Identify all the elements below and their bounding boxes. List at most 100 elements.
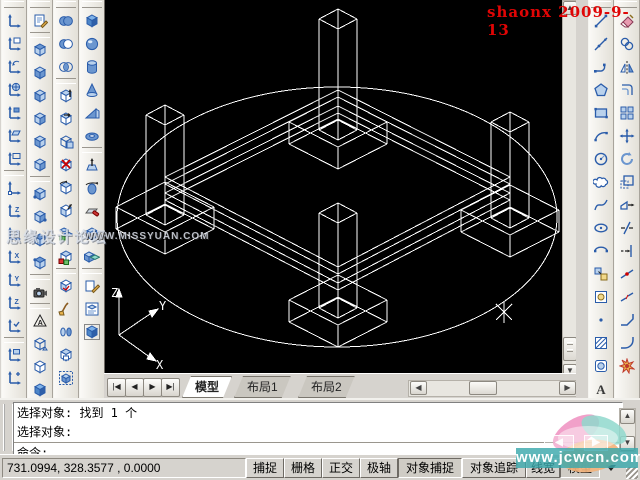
left-view-icon[interactable]	[28, 84, 52, 107]
wedge-icon[interactable]	[80, 101, 104, 124]
stretch-icon[interactable]	[615, 193, 639, 216]
view-ucs-icon[interactable]	[2, 147, 26, 170]
named-ucs-icon[interactable]	[2, 32, 26, 55]
z-axis-rotate-ucs-icon[interactable]: Z	[2, 291, 26, 314]
offset-icon[interactable]	[615, 78, 639, 101]
extend-icon[interactable]	[615, 239, 639, 262]
hidden-icon[interactable]	[28, 355, 52, 378]
tab-layout2[interactable]: 布局2	[298, 376, 355, 398]
move-icon[interactable]	[615, 124, 639, 147]
ucs-previous-icon[interactable]	[2, 55, 26, 78]
ellipse-arc-icon[interactable]	[589, 239, 613, 262]
clean-icon[interactable]	[54, 297, 78, 320]
sphere-icon[interactable]	[80, 32, 104, 55]
multiline-text-icon[interactable]: A	[589, 377, 613, 400]
revision-cloud-icon[interactable]	[589, 170, 613, 193]
command-scrollbar[interactable]: ▲ ▼	[619, 408, 636, 452]
tab-nav-last-button[interactable]: ▶|	[161, 378, 180, 397]
2d-wireframe-icon[interactable]: A	[28, 309, 52, 332]
ellipse-icon[interactable]	[589, 216, 613, 239]
named-ucs-ii-icon[interactable]	[2, 343, 26, 366]
shell-icon[interactable]	[54, 343, 78, 366]
polygon-icon[interactable]	[589, 78, 613, 101]
hatch-icon[interactable]	[589, 331, 613, 354]
arc-icon[interactable]	[589, 124, 613, 147]
toolbar-grip[interactable]	[82, 1, 102, 8]
tab-nav-first-button[interactable]: |◀	[107, 378, 126, 397]
intersect-icon[interactable]	[54, 55, 78, 78]
world-ucs-icon[interactable]	[2, 78, 26, 101]
sw-isometric-icon[interactable]	[28, 182, 52, 205]
make-block-icon[interactable]	[589, 285, 613, 308]
scale-icon[interactable]	[615, 170, 639, 193]
cylinder-icon[interactable]	[80, 55, 104, 78]
chamfer-icon[interactable]	[615, 308, 639, 331]
rotate-faces-icon[interactable]	[54, 176, 78, 199]
revolve-icon[interactable]	[80, 176, 104, 199]
toolbar-grip[interactable]	[56, 1, 76, 8]
circle-icon[interactable]	[589, 147, 613, 170]
status-toggle-polar[interactable]: 极轴	[360, 458, 398, 478]
right-view-icon[interactable]	[28, 107, 52, 130]
setup-profile-icon[interactable]	[80, 320, 104, 343]
bottom-view-icon[interactable]	[28, 61, 52, 84]
status-toggle-ortho[interactable]: 正交	[322, 458, 360, 478]
scroll-left-button[interactable]: ◀	[410, 381, 427, 395]
command-scroll-up-button[interactable]: ▲	[620, 409, 635, 424]
z-axis-vector-ucs-icon[interactable]: Z	[2, 199, 26, 222]
status-toggle-snap[interactable]: 捕捉	[246, 458, 284, 478]
insert-block-icon[interactable]	[589, 262, 613, 285]
taper-faces-icon[interactable]	[54, 199, 78, 222]
window-resize-grip[interactable]	[626, 467, 638, 479]
delete-faces-icon[interactable]	[54, 153, 78, 176]
nw-isometric-icon[interactable]	[28, 251, 52, 274]
extrude-icon[interactable]	[80, 153, 104, 176]
status-toggle-osnap[interactable]: 对象捕捉	[398, 458, 462, 478]
rotate-icon[interactable]	[615, 147, 639, 170]
apply-ucs-icon[interactable]	[2, 314, 26, 337]
offset-faces-icon[interactable]	[54, 130, 78, 153]
union-icon[interactable]	[54, 9, 78, 32]
fillet-icon[interactable]	[615, 331, 639, 354]
y-axis-rotate-ucs-icon[interactable]: Y	[2, 268, 26, 291]
break-icon[interactable]	[615, 285, 639, 308]
separate-icon[interactable]	[54, 320, 78, 343]
region-icon[interactable]	[589, 354, 613, 377]
back-view-icon[interactable]	[28, 153, 52, 176]
drawing-canvas[interactable]: Z Y X	[104, 0, 563, 373]
extrude-faces-icon[interactable]	[54, 84, 78, 107]
horizontal-scroll-thumb[interactable]	[469, 381, 497, 395]
polyline-icon[interactable]	[589, 55, 613, 78]
rectangle-icon[interactable]	[589, 101, 613, 124]
break-at-point-icon[interactable]	[615, 262, 639, 285]
canvas-horizontal-scrollbar[interactable]: ◀ ▶	[408, 380, 578, 397]
tab-nav-prev-button[interactable]: ◀	[125, 378, 144, 397]
move-ucs-origin-icon[interactable]	[2, 366, 26, 389]
subtract-icon[interactable]	[54, 32, 78, 55]
check-icon[interactable]	[54, 366, 78, 389]
cone-icon[interactable]	[80, 78, 104, 101]
top-view-icon[interactable]	[28, 38, 52, 61]
interfere-icon[interactable]	[80, 245, 104, 268]
spline-icon[interactable]	[589, 193, 613, 216]
status-toggle-grid[interactable]: 栅格	[284, 458, 322, 478]
tab-nav-next-button[interactable]: ▶	[143, 378, 162, 397]
point-icon[interactable]	[589, 308, 613, 331]
tab-layout1[interactable]: 布局1	[234, 376, 291, 398]
toolbar-grip[interactable]	[30, 1, 50, 8]
se-isometric-icon[interactable]	[28, 205, 52, 228]
toolbar-grip[interactable]	[4, 1, 24, 8]
face-ucs-icon[interactable]	[2, 124, 26, 147]
box-icon[interactable]	[80, 9, 104, 32]
named-views-icon[interactable]	[28, 9, 52, 32]
mirror-icon[interactable]	[615, 55, 639, 78]
slice-icon[interactable]	[80, 199, 104, 222]
trim-icon[interactable]	[615, 216, 639, 239]
torus-icon[interactable]	[80, 124, 104, 147]
origin-ucs-icon[interactable]	[2, 176, 26, 199]
move-faces-icon[interactable]	[54, 107, 78, 130]
scroll-right-button[interactable]: ▶	[559, 381, 576, 395]
3d-wireframe-icon[interactable]	[28, 332, 52, 355]
imprint-icon[interactable]	[54, 274, 78, 297]
front-view-icon[interactable]	[28, 130, 52, 153]
